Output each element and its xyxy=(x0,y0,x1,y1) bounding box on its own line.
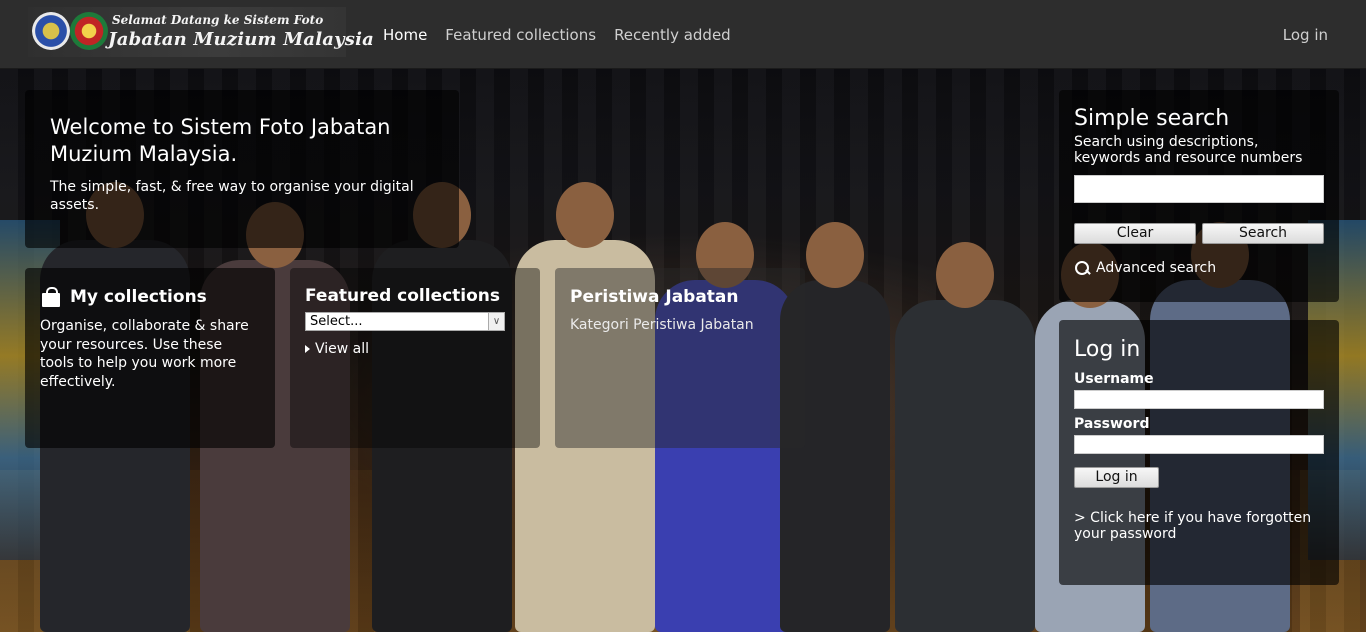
simple-search-panel: Simple search Search using descriptions,… xyxy=(1059,90,1339,302)
my-collections-heading: My collections xyxy=(40,286,260,308)
peristiwa-text: Kategori Peristiwa Jabatan xyxy=(570,317,754,333)
caret-right-icon xyxy=(305,345,310,353)
simple-search-description: Search using descriptions, keywords and … xyxy=(1074,134,1303,166)
my-collections-panel[interactable]: My collections Organise, collaborate & s… xyxy=(25,268,275,448)
select-value: Select... xyxy=(310,314,363,329)
nav-home[interactable]: Home xyxy=(383,26,427,44)
featured-collections-select[interactable]: Select... ∨ xyxy=(305,312,505,331)
forgot-password-link[interactable]: > Click here if you have forgotten your … xyxy=(1074,510,1324,542)
login-title: Log in xyxy=(1074,337,1141,362)
malaysia-crest-icon xyxy=(70,12,108,50)
username-label: Username xyxy=(1074,371,1154,387)
view-all-label: View all xyxy=(315,341,370,357)
password-field[interactable] xyxy=(1074,435,1324,454)
my-collections-title: My collections xyxy=(70,287,207,307)
featured-collections-panel: Featured collections Select... ∨ View al… xyxy=(290,268,540,448)
nav-featured-collections[interactable]: Featured collections xyxy=(445,26,596,44)
peristiwa-jabatan-tile[interactable]: Peristiwa Jabatan Kategori Peristiwa Jab… xyxy=(555,268,805,448)
advanced-search-link[interactable]: Advanced search xyxy=(1074,260,1324,276)
featured-collections-title: Featured collections xyxy=(305,286,501,306)
search-button[interactable]: Search xyxy=(1202,223,1324,244)
simple-search-title: Simple search xyxy=(1074,106,1230,131)
search-buttons: Clear Search xyxy=(1074,223,1324,244)
username-field[interactable] xyxy=(1074,390,1324,409)
nav-recently-added[interactable]: Recently added xyxy=(614,26,731,44)
welcome-panel: Welcome to Sistem Foto Jabatan Muzium Ma… xyxy=(25,90,459,248)
welcome-subtitle: The simple, fast, & free way to organise… xyxy=(50,179,414,213)
muzium-emblem-icon xyxy=(32,12,70,50)
welcome-title: Welcome to Sistem Foto Jabatan Muzium Ma… xyxy=(50,115,391,166)
zoom-in-icon xyxy=(1074,260,1090,276)
view-all-link[interactable]: View all xyxy=(305,341,525,357)
logo-tagline: Selamat Datang ke Sistem Foto xyxy=(112,13,324,27)
person-figure xyxy=(895,300,1035,632)
shopping-bag-icon xyxy=(40,286,62,308)
clear-button[interactable]: Clear xyxy=(1074,223,1196,244)
advanced-search-label: Advanced search xyxy=(1096,260,1217,276)
site-logo[interactable]: Selamat Datang ke Sistem Foto Jabatan Mu… xyxy=(28,7,374,57)
chevron-down-icon: ∨ xyxy=(488,313,504,330)
search-input[interactable] xyxy=(1074,175,1324,203)
main-nav: Home Featured collections Recently added xyxy=(383,26,731,44)
top-navbar: Selamat Datang ke Sistem Foto Jabatan Mu… xyxy=(0,0,1366,69)
peristiwa-title: Peristiwa Jabatan xyxy=(570,287,739,307)
login-button[interactable]: Log in xyxy=(1074,467,1159,488)
password-label: Password xyxy=(1074,416,1150,432)
header-login-link[interactable]: Log in xyxy=(1283,26,1328,44)
my-collections-text: Organise, collaborate & share your resou… xyxy=(40,318,249,390)
logo-title: Jabatan Muzium Malaysia xyxy=(108,29,375,50)
login-panel: Log in Username Password Log in > Click … xyxy=(1059,320,1339,585)
